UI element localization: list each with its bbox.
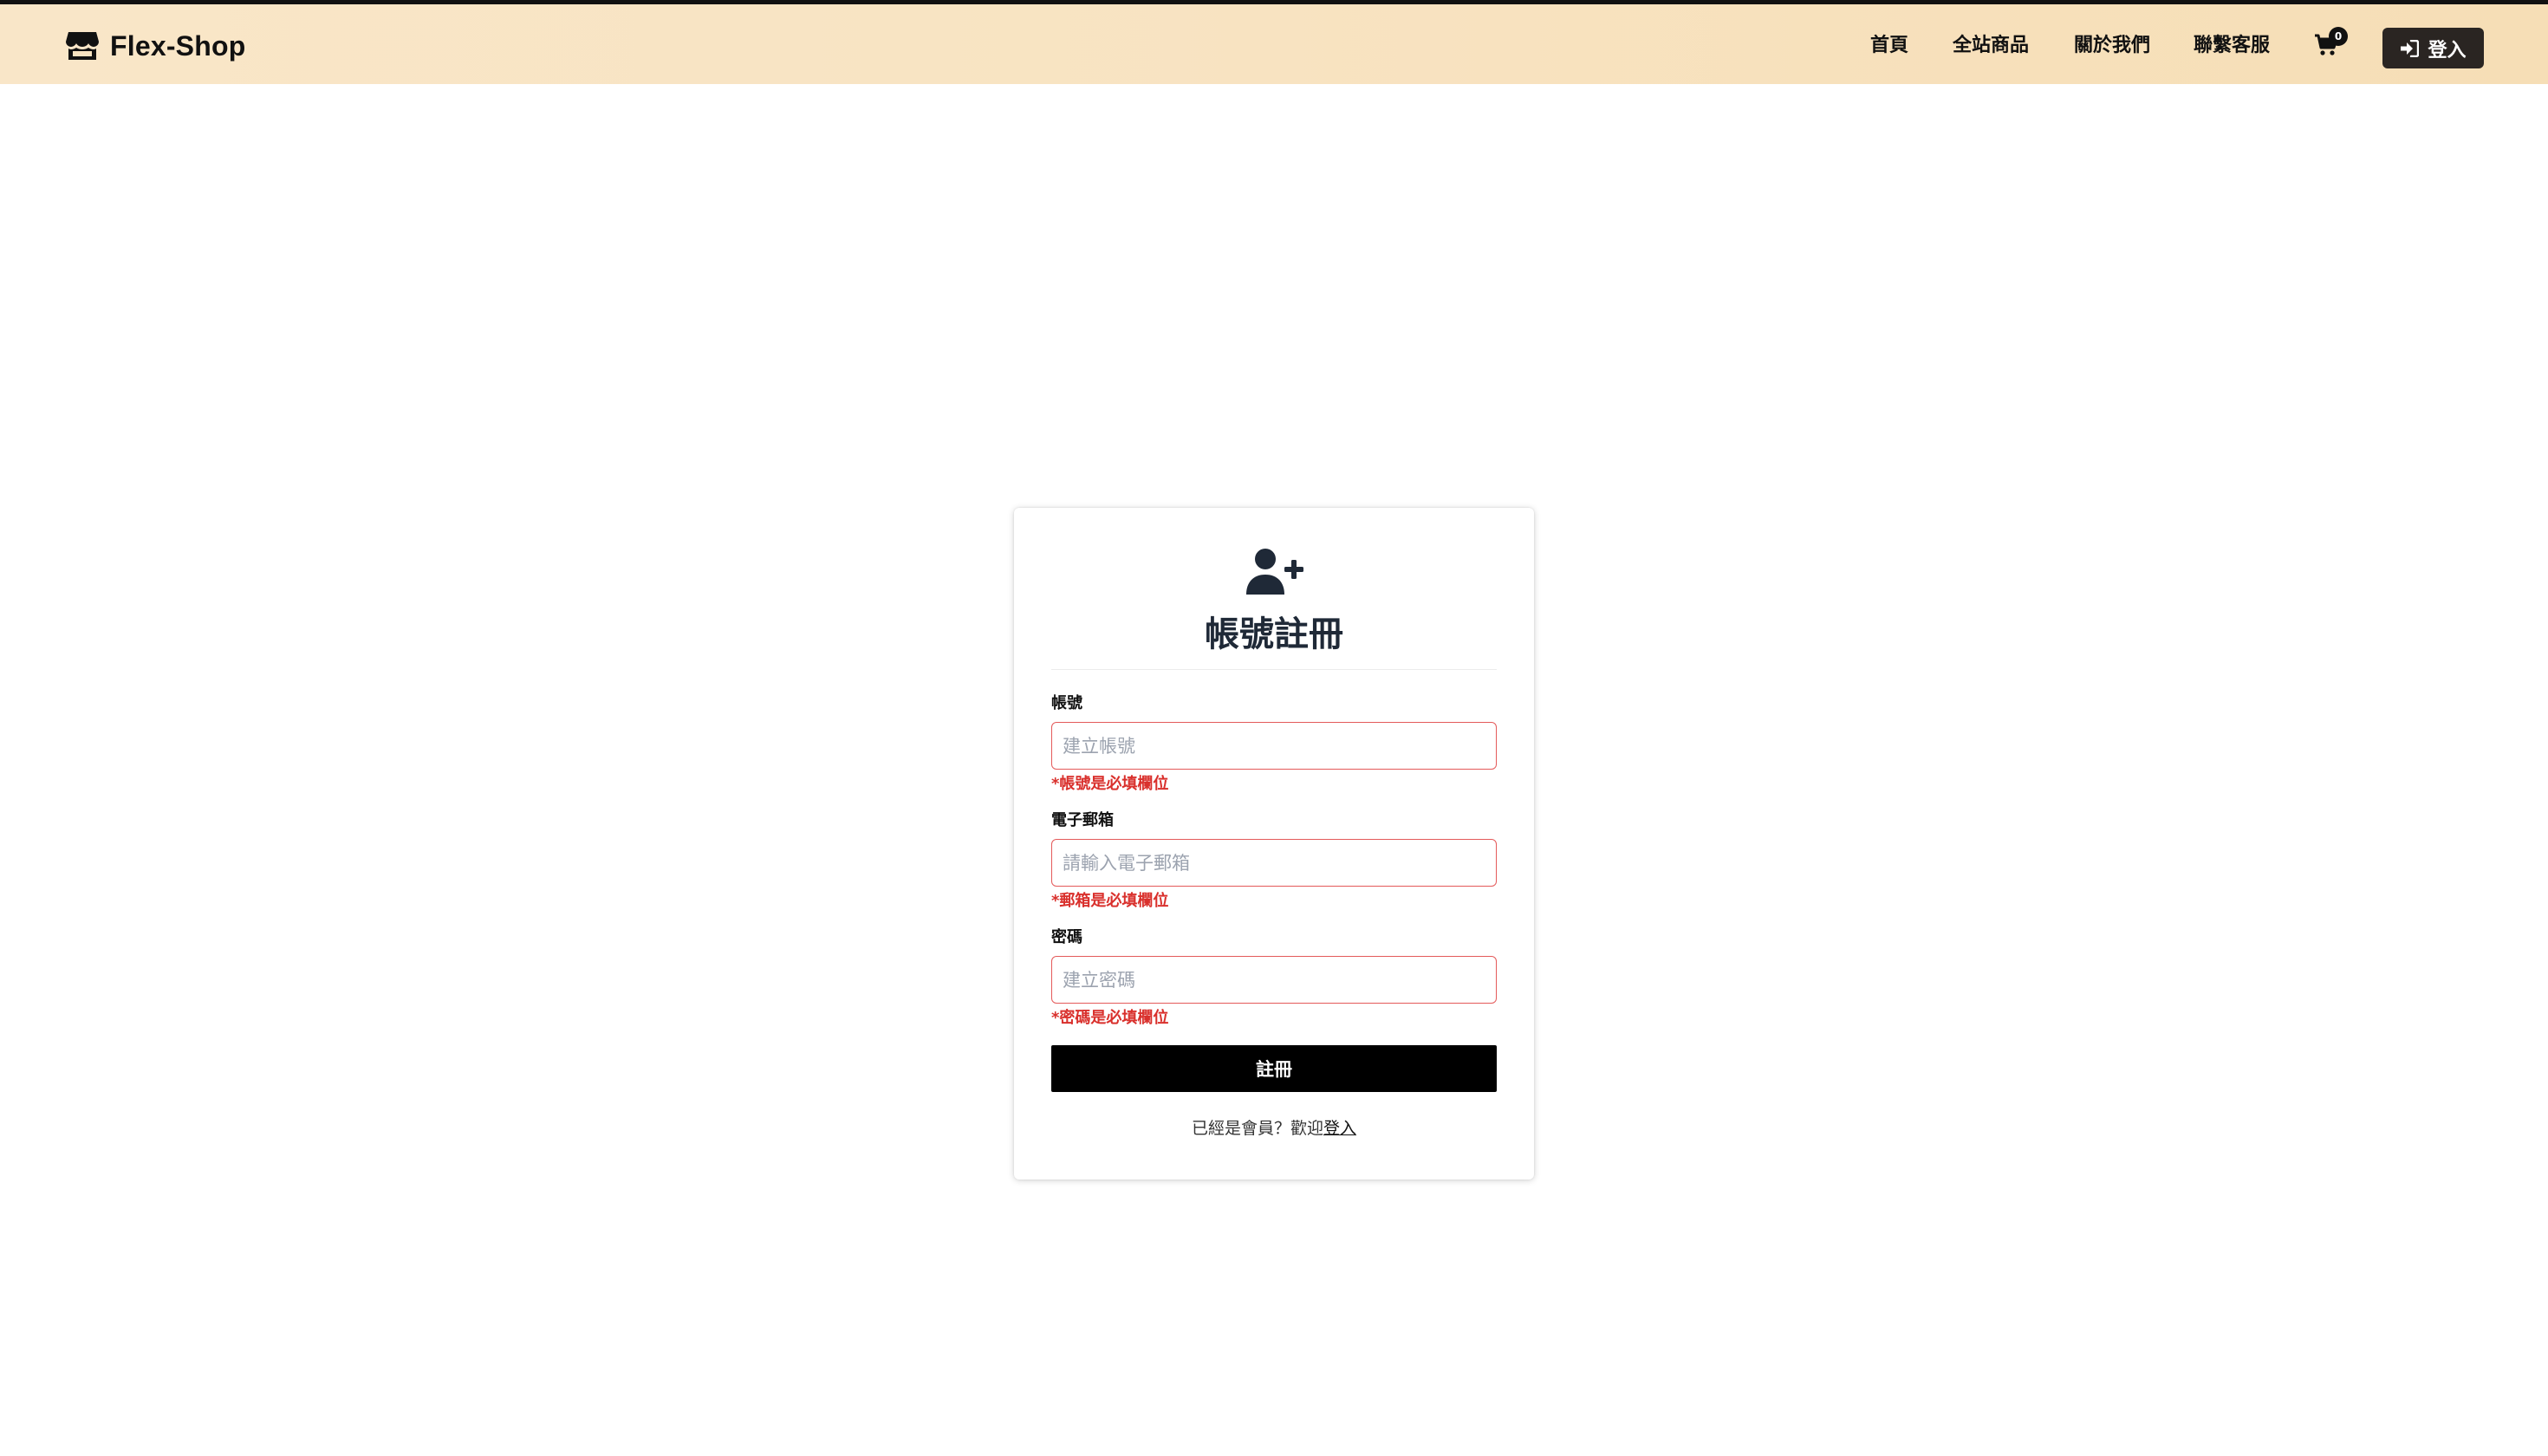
account-label: 帳號: [1051, 694, 1082, 712]
account-error: *帳號是必填欄位: [1051, 775, 1169, 793]
login-prompt: 已經是會員？歡迎登入: [1014, 1117, 1534, 1140]
password-label: 密碼: [1051, 928, 1082, 946]
main-nav: 首頁 全站商品 關於我們 聯繫客服: [0, 4, 2548, 84]
nav-about-link[interactable]: 關於我們: [2074, 33, 2150, 59]
login-prompt-text: 已經是會員？歡迎: [1191, 1119, 1323, 1138]
login-link[interactable]: 登入: [1323, 1119, 1356, 1138]
cart-count-badge: 0: [2329, 27, 2348, 46]
password-error: *密碼是必填欄位: [1051, 1009, 1169, 1027]
page-title: 帳號註冊: [1205, 614, 1343, 654]
user-plus-icon: [1245, 548, 1303, 596]
email-error: *郵箱是必填欄位: [1051, 892, 1169, 910]
login-button[interactable]: 登入: [2382, 28, 2484, 68]
password-input[interactable]: [1051, 956, 1497, 1004]
page: Flex-Shop 首頁 全站商品 關於我們 聯繫客服 0 登入 帳號註冊 帳號…: [0, 0, 2548, 1456]
nav-products-link[interactable]: 全站商品: [1953, 33, 2029, 59]
nav-contact-link[interactable]: 聯繫客服: [2194, 33, 2270, 59]
register-button[interactable]: 註冊: [1051, 1045, 1497, 1092]
register-card: 帳號註冊 帳號 *帳號是必填欄位 電子郵箱 *郵箱是必填欄位 密碼 *密碼是必填…: [1014, 508, 1534, 1180]
nav-home-link[interactable]: 首頁: [1870, 33, 1908, 59]
title-divider: [1051, 669, 1497, 670]
email-input[interactable]: [1051, 839, 1497, 887]
account-input[interactable]: [1051, 722, 1497, 770]
email-label: 電子郵箱: [1051, 811, 1114, 829]
sign-in-icon: [2401, 39, 2420, 57]
login-button-label: 登入: [2428, 39, 2467, 62]
navbar: Flex-Shop 首頁 全站商品 關於我們 聯繫客服 0 登入: [0, 0, 2548, 84]
